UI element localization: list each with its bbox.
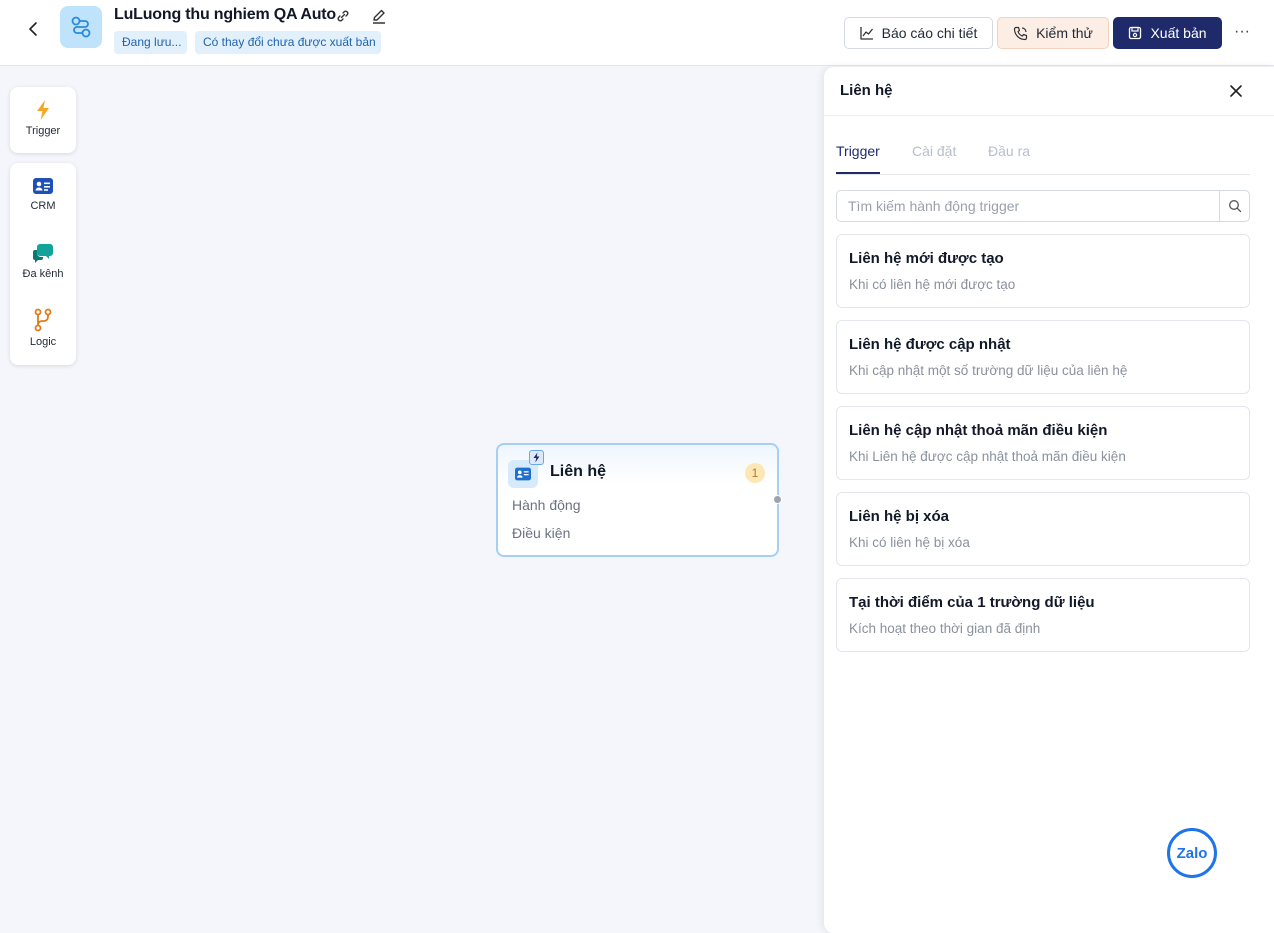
toolbar-crm-label: CRM xyxy=(30,200,56,212)
phone-icon xyxy=(1013,26,1028,40)
toolbar-item-trigger[interactable]: Trigger xyxy=(10,99,76,137)
tab-output[interactable]: Đầu ra xyxy=(988,143,1030,174)
toolbar-trigger-label: Trigger xyxy=(25,125,61,137)
link-icon[interactable] xyxy=(334,7,352,25)
panel-header: Liên hệ xyxy=(824,67,1274,116)
trigger-option-contact-updated-condition[interactable]: Liên hệ cập nhật thoả mãn điều kiện Khi … xyxy=(836,406,1250,480)
search-button[interactable] xyxy=(1219,191,1250,221)
test-label: Kiểm thử xyxy=(1036,25,1093,41)
trigger-option-desc: Khi cập nhật một số trường dữ liệu của l… xyxy=(849,363,1128,378)
trigger-option-contact-created[interactable]: Liên hệ mới được tạo Khi có liên hệ mới … xyxy=(836,234,1250,308)
line-chart-icon xyxy=(859,27,873,40)
trigger-option-field-time[interactable]: Tại thời điểm của 1 trường dữ liệu Kích … xyxy=(836,578,1250,652)
trigger-search-input[interactable] xyxy=(837,191,1219,221)
trigger-option-title: Liên hệ cập nhật thoả mãn điều kiện xyxy=(849,422,1108,439)
top-header: LuLuong thu nghiem QA Auto Đang lưu... C… xyxy=(0,0,1274,66)
page-title: LuLuong thu nghiem QA Auto xyxy=(114,6,337,23)
node-condition-label: Điều kiện xyxy=(512,525,571,541)
save-disk-icon xyxy=(1129,26,1142,40)
publish-button[interactable]: Xuất bản xyxy=(1113,17,1222,49)
node-title: Liên hệ xyxy=(550,463,607,480)
test-button[interactable]: Kiểm thử xyxy=(997,17,1109,49)
close-panel-button[interactable] xyxy=(1226,81,1246,101)
trigger-search-box xyxy=(836,190,1250,222)
panel-title: Liên hệ xyxy=(840,82,893,99)
zalo-chat-button[interactable]: Zalo xyxy=(1167,828,1217,878)
node-action-label: Hành động xyxy=(512,497,581,513)
trigger-option-desc: Khi có liên hệ mới được tạo xyxy=(849,277,1016,292)
trigger-option-title: Liên hệ bị xóa xyxy=(849,508,950,525)
trigger-option-title: Liên hệ mới được tạo xyxy=(849,250,1004,267)
tab-trigger[interactable]: Trigger xyxy=(836,143,880,174)
close-icon xyxy=(1230,85,1242,97)
workflow-icon xyxy=(60,6,102,48)
toolbar-item-crm[interactable]: CRM xyxy=(10,176,76,212)
trigger-option-title: Tại thời điểm của 1 trường dữ liệu xyxy=(849,594,1095,611)
tab-settings[interactable]: Cài đặt xyxy=(912,143,956,174)
toolbar-actions-card: CRM Đa kênh Logic xyxy=(10,163,76,365)
trigger-option-title: Liên hệ được cập nhật xyxy=(849,336,1011,353)
trigger-bolt-icon xyxy=(529,450,544,465)
zalo-label: Zalo xyxy=(1176,844,1208,862)
branch-icon xyxy=(34,308,52,332)
more-options-button[interactable]: ··· xyxy=(1231,21,1253,43)
trigger-option-contact-updated[interactable]: Liên hệ được cập nhật Khi cập nhật một s… xyxy=(836,320,1250,394)
detailed-report-label: Báo cáo chi tiết xyxy=(881,25,978,41)
publish-label: Xuất bản xyxy=(1150,25,1207,41)
trigger-option-contact-deleted[interactable]: Liên hệ bị xóa Khi có liên hệ bị xóa xyxy=(836,492,1250,566)
search-icon xyxy=(1229,200,1242,213)
trigger-config-panel: Liên hệ Trigger Cài đặt Đầu ra Liên hệ m… xyxy=(824,67,1274,933)
toolbar-logic-label: Logic xyxy=(29,336,57,348)
saving-status-badge: Đang lưu... xyxy=(114,31,187,54)
toolbar-item-multichannel[interactable]: Đa kênh xyxy=(10,242,76,280)
chat-bubbles-icon xyxy=(33,244,53,263)
pencil-icon[interactable] xyxy=(370,7,388,25)
contact-card-icon xyxy=(33,178,53,194)
unpublished-changes-badge: Có thay đổi chưa được xuất bản xyxy=(195,31,381,54)
chevron-left-icon xyxy=(29,22,37,36)
toolbar-multichannel-label: Đa kênh xyxy=(22,268,64,280)
toolbar-trigger-card: Trigger xyxy=(10,87,76,153)
node-count-badge: 1 xyxy=(745,463,765,483)
back-button[interactable] xyxy=(20,16,46,42)
panel-tabs: Trigger Cài đặt Đầu ra xyxy=(836,143,1250,175)
lightning-icon xyxy=(37,100,49,120)
node-output-handle[interactable] xyxy=(773,495,782,504)
trigger-option-desc: Kích hoạt theo thời gian đã định xyxy=(849,621,1041,636)
detailed-report-button[interactable]: Báo cáo chi tiết xyxy=(844,17,993,49)
trigger-option-desc: Khi có liên hệ bị xóa xyxy=(849,535,970,550)
workflow-node-contact[interactable]: Liên hệ 1 Hành động Điều kiện xyxy=(496,443,782,557)
trigger-option-desc: Khi Liên hệ được cập nhật thoả mãn điều … xyxy=(849,449,1126,464)
toolbar-item-logic[interactable]: Logic xyxy=(10,308,76,348)
